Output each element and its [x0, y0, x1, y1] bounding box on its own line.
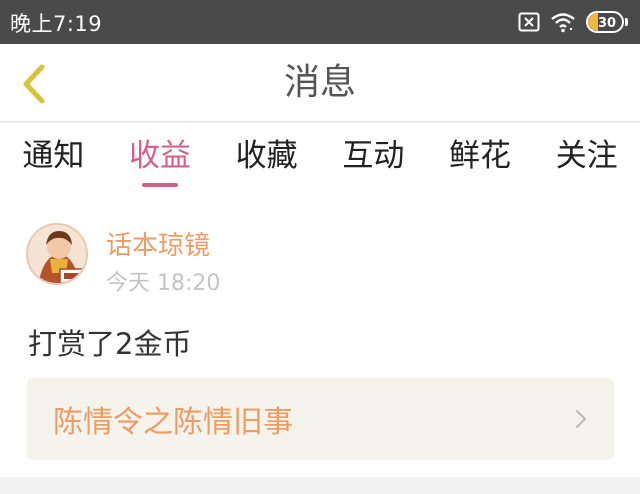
battery-level: 30	[597, 16, 617, 31]
book-title: 陈情令之陈情旧事	[53, 405, 293, 440]
tab-notifications[interactable]: 通知	[0, 123, 107, 195]
tab-label: 关注	[555, 138, 618, 174]
tab-label: 收藏	[235, 138, 298, 174]
tab-label: 收益	[129, 138, 191, 174]
avatar[interactable]	[26, 223, 88, 285]
tab-label: 通知	[22, 138, 85, 174]
tab-bar: 通知 收益 收藏 互动 鲜花 关注	[0, 123, 640, 195]
tab-active-indicator	[142, 183, 178, 187]
chevron-right-icon	[576, 410, 586, 428]
tab-favorites[interactable]: 收藏	[213, 123, 320, 195]
tab-label: 互动	[342, 138, 405, 174]
message-time: 今天 18:20	[106, 271, 221, 296]
message-card: 话本琼镜 今天 18:20 打赏了2金币 陈情令之陈情旧事	[0, 195, 640, 477]
tab-interactions[interactable]: 互动	[320, 123, 427, 195]
tab-label: 鲜花	[449, 138, 512, 174]
page-title: 消息	[283, 62, 356, 103]
sender-name[interactable]: 话本琼镜	[106, 225, 210, 262]
status-bar: 晚上7:19 30	[0, 0, 640, 44]
tab-earnings[interactable]: 收益	[107, 123, 214, 195]
tab-flowers[interactable]: 鲜花	[427, 123, 534, 195]
status-icons: 30	[518, 9, 628, 35]
message-text: 打赏了2金币	[28, 327, 192, 361]
tab-following[interactable]: 关注	[533, 123, 640, 195]
avatar-image	[28, 225, 86, 283]
nav-bar: 消息	[0, 44, 640, 122]
status-time: 晚上7:19	[10, 12, 103, 36]
wifi-icon	[551, 13, 575, 33]
battery-icon: 30	[586, 11, 628, 33]
book-link[interactable]: 陈情令之陈情旧事	[27, 378, 614, 460]
sim-card-icon	[518, 12, 540, 32]
